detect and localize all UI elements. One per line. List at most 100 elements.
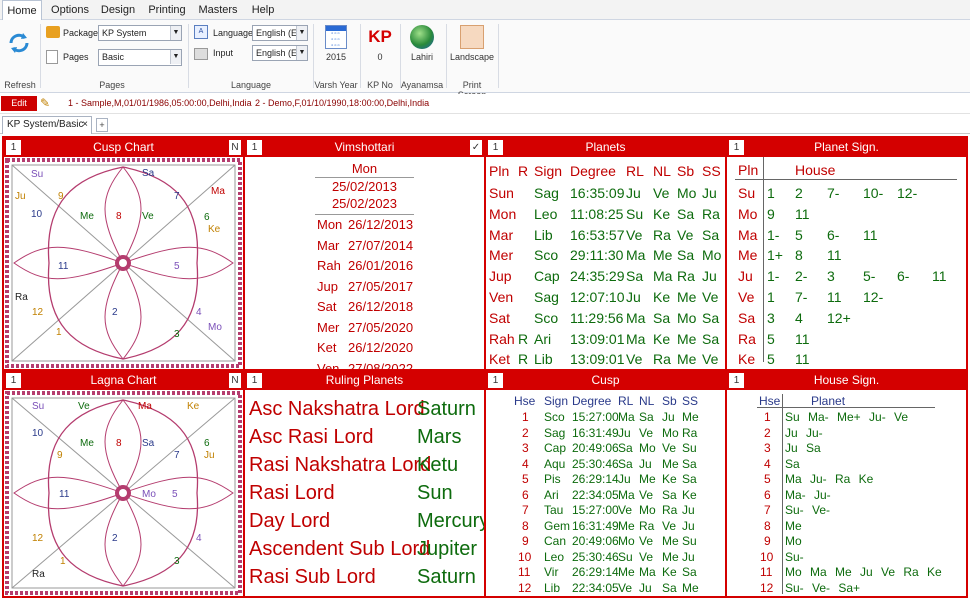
- cell: Ven: [489, 289, 514, 305]
- print-screen-icon: [460, 25, 484, 49]
- antardasha-date: 27/05/2017: [348, 278, 414, 294]
- tab-kp-system-basic[interactable]: KP System/Basic ×: [2, 116, 92, 134]
- house-cell: 12: [760, 580, 774, 595]
- ruling-key: Day Lord: [249, 510, 331, 532]
- cell: 3: [522, 441, 529, 455]
- house-cell: 1-: [767, 226, 780, 243]
- cell: Sa: [682, 565, 697, 579]
- cell: Me: [677, 330, 697, 347]
- ayanamsa-button[interactable]: Lahiri: [402, 25, 442, 63]
- menu-home[interactable]: Home: [2, 0, 42, 21]
- cell: Sag: [534, 185, 559, 201]
- cell: Sun: [489, 185, 514, 201]
- planets-header: 1 Planets: [486, 138, 725, 157]
- panel-number[interactable]: 1: [247, 140, 262, 155]
- house-cell: 3: [764, 441, 771, 455]
- chart-frame: 1 Cusp Chart N Su Sa Ju 9 7 Ma 10 Me 8 Ve 6 Ke 11 5 Ra…: [2, 136, 968, 598]
- north-toggle[interactable]: N: [229, 140, 241, 155]
- cell: Ju: [626, 289, 641, 305]
- tab-bar: KP System/Basic × +: [0, 114, 970, 134]
- input-label: Input: [213, 48, 234, 58]
- planet-cell: Su-: [785, 549, 804, 564]
- refresh-button[interactable]: [2, 28, 36, 61]
- cell: 9: [522, 534, 529, 548]
- cell: Me: [682, 410, 699, 424]
- cell: Ma: [626, 309, 646, 326]
- panel-number[interactable]: 1: [729, 140, 744, 155]
- antardasha-date: 26/12/2018: [348, 299, 414, 314]
- dasha-end: 25/02/2023: [331, 196, 398, 211]
- ruling-planets-body: Asc Nakshatra Lord Saturn Asc Rasi Lord Mar…: [245, 390, 484, 596]
- chart-label: Ma: [211, 186, 225, 197]
- edit-dob-button[interactable]: Edit DOB: [1, 96, 37, 123]
- house-cell: 11: [827, 247, 842, 264]
- check-icon[interactable]: ✓: [470, 140, 482, 155]
- chart-label: 5: [174, 261, 180, 272]
- cell: 11:08:25: [570, 205, 624, 222]
- landscape-value: Landscape: [449, 52, 495, 62]
- ayanamsa-label: Ayanamsa: [400, 80, 444, 90]
- cell: Ke: [653, 289, 671, 305]
- house-cell: 2: [795, 185, 803, 201]
- antardasha-date: 27/07/2014: [348, 237, 414, 253]
- dob-entry-2[interactable]: 2 - Demo,F,01/10/1990,18:00:00,Delhi,Ind…: [255, 98, 429, 108]
- antardasha-planet: Mar: [317, 237, 340, 253]
- menu-options[interactable]: Options: [48, 0, 92, 20]
- north-toggle[interactable]: N: [229, 373, 241, 388]
- cell: Ve: [662, 441, 677, 455]
- language-label: Language: [213, 28, 254, 38]
- add-tab-button[interactable]: +: [96, 118, 108, 132]
- cell: Sa: [639, 410, 654, 424]
- panel-title: Planet Sign.: [814, 140, 879, 154]
- antardasha-planet: Sat: [317, 299, 337, 314]
- input-select[interactable]: English (E ▼: [252, 45, 308, 61]
- dasha-planet: Mon: [351, 161, 378, 176]
- package-label: Package: [63, 28, 99, 38]
- cell: Me: [618, 565, 635, 579]
- language-select[interactable]: English (E ▼: [252, 25, 308, 41]
- kp-number-button[interactable]: KP 0: [362, 25, 398, 63]
- menu-printing[interactable]: Printing: [146, 0, 188, 20]
- panel-number[interactable]: 1: [6, 140, 21, 155]
- cell: Mo: [702, 247, 722, 264]
- ruling-key: Rasi Lord: [249, 482, 335, 504]
- cell: R: [518, 330, 529, 347]
- dob-entry-1[interactable]: 1 - Sample,M,01/01/1986,05:00:00,Delhi,I…: [68, 98, 252, 108]
- cell: Ve: [702, 289, 719, 305]
- chart-label: 1: [60, 556, 66, 567]
- cell: Ju: [618, 472, 631, 486]
- menu-masters[interactable]: Masters: [196, 0, 240, 20]
- panel-number[interactable]: 1: [6, 373, 21, 388]
- chart-label: 3: [174, 329, 180, 340]
- cell: Rah: [489, 330, 515, 347]
- close-icon[interactable]: ×: [82, 117, 88, 133]
- cell: Aqu: [544, 456, 566, 471]
- pencil-icon[interactable]: ✎: [40, 97, 54, 110]
- pages-select[interactable]: Basic ▼: [98, 49, 182, 66]
- planet-cell: Ra: [738, 330, 756, 347]
- panel-number[interactable]: 1: [729, 373, 744, 388]
- cell: Ke: [653, 205, 671, 222]
- chart-label: 2: [112, 307, 118, 318]
- cell: Sag: [544, 425, 566, 440]
- cell: Su: [682, 441, 697, 455]
- antardasha-date: 26/12/2013: [348, 217, 414, 232]
- antardasha-planet: Mon: [317, 217, 343, 232]
- lagna-chart-body: Su Ve Ma Ke 10 Me 8 Sa 6 Ju 9 7 11 Mo 5 12 2 4 1 Ra 3: [4, 390, 243, 596]
- column-header: Sb: [662, 394, 677, 408]
- panel-number[interactable]: 1: [488, 373, 503, 388]
- chevron-down-icon: ▼: [296, 26, 307, 40]
- panel-number[interactable]: 1: [488, 140, 503, 155]
- planet-cell: Su Ma- Me+ Ju- Ve: [785, 410, 909, 424]
- ruling-key: Ascendent Sub Lord: [249, 538, 431, 560]
- panel-number[interactable]: 1: [247, 373, 262, 388]
- house-cell: 1: [764, 410, 771, 424]
- package-select[interactable]: KP System ▼: [98, 25, 182, 41]
- varsh-year-button[interactable]: ▫▫▫ ▫▫▫ ▫▫▫ 2015: [316, 25, 356, 63]
- cell: 20:49:06: [572, 534, 619, 548]
- landscape-button[interactable]: Landscape: [448, 25, 496, 63]
- menu-design[interactable]: Design: [98, 0, 138, 20]
- antardasha-planet: Ket: [317, 340, 337, 355]
- menu-help[interactable]: Help: [248, 0, 278, 20]
- cell: Lib: [534, 226, 553, 243]
